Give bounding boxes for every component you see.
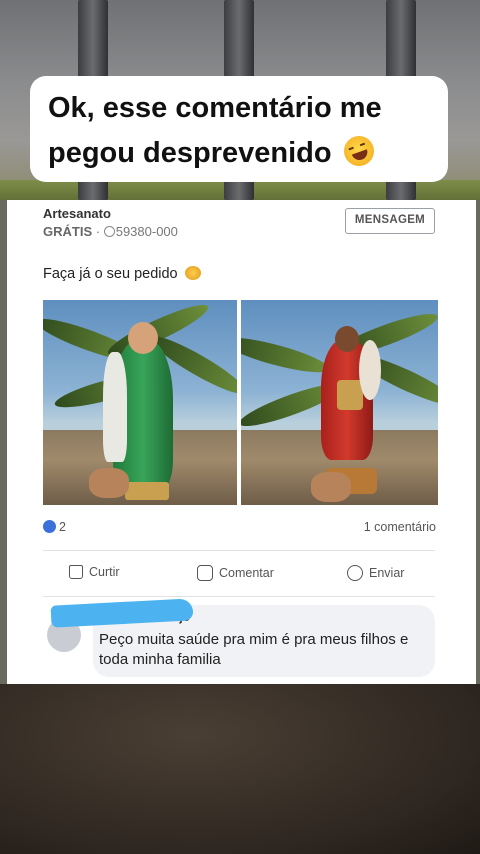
listing-price: GRÁTIS [43,224,93,239]
statue-shield [337,380,363,410]
statue-head [335,326,359,352]
like-button[interactable]: Curtir [69,565,120,579]
statue-base [125,482,169,500]
share-button[interactable]: Enviar [347,565,404,581]
divider [43,596,435,597]
statue-head [128,322,158,354]
statue-wing [359,340,381,400]
caption-line-2-text: pegou desprevenido [48,137,332,169]
comment-icon [197,565,213,581]
reactions-summary[interactable]: 2 [43,520,66,534]
listing-zip: 59380-000 [115,224,178,239]
marketplace-post-screenshot: Artesanato GRÁTIS · 59380-000 MENSAGEM F… [7,200,476,684]
divider [43,550,435,551]
background-floor [0,684,480,854]
post-text: Faça já o seu pedido [43,266,201,282]
thumbs-up-icon [69,565,83,579]
meta-separator: · [95,224,101,239]
rolling-on-floor-laughing-icon [339,131,378,171]
background-edge [476,200,480,684]
reactions-count: 2 [59,520,66,534]
listing-title: Artesanato [43,206,111,221]
comment-button[interactable]: Comentar [197,565,274,581]
share-label: Enviar [369,566,405,580]
statue-white-robe [103,352,127,462]
like-reaction-icon [43,520,56,533]
like-label: Curtir [89,565,120,579]
message-button[interactable]: MENSAGEM [345,208,435,234]
messenger-icon [347,565,363,581]
listing-photo-1[interactable] [43,300,237,505]
comment-text: Peço muita saúde pra mim é pra meus filh… [99,631,409,668]
smiling-face-with-hearts-icon [184,266,201,280]
location-pin-icon [103,226,115,237]
comment-label: Comentar [219,566,274,580]
caption-line-2: pegou desprevenido [48,131,434,176]
listing-meta: GRÁTIS · 59380-000 [43,224,178,239]
caption-line-1: Ok, esse comentário me [48,92,382,124]
holding-hand [311,472,351,502]
listing-photo-2[interactable] [241,300,438,505]
holding-hand [89,468,129,498]
caption-bubble: Ok, esse comentário me pegou desprevenid… [30,76,448,182]
comments-count[interactable]: 1 comentário [364,520,436,534]
post-text-content: Faça já o seu pedido [43,266,178,282]
